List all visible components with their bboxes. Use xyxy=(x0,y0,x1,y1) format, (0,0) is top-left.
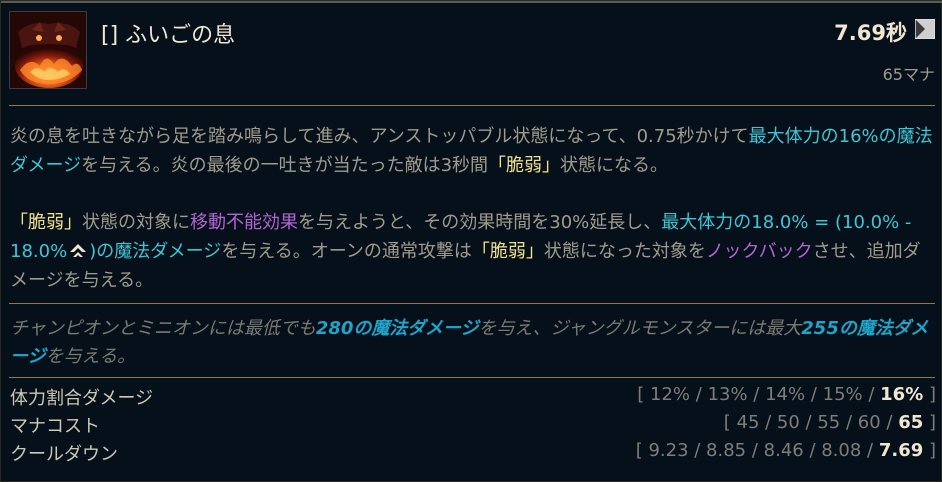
keyword: )の魔法ダメージ xyxy=(89,241,222,262)
stat-values: [ 45 / 50 / 55 / 60 / 65 ] xyxy=(723,412,936,433)
mana-cost: 65マナ xyxy=(882,65,935,84)
stat-value: 14% xyxy=(765,384,806,405)
stat-label: クールダウン xyxy=(10,444,118,465)
stat-row: 体力割合ダメージ [ 12% / 13% / 14% / 15% / 16% ] xyxy=(10,384,936,412)
cooldown-clock-icon xyxy=(915,19,935,39)
stat-value: 55 xyxy=(817,412,841,433)
ability-tooltip: [] ふいごの息 7.69秒 65マナ 炎の息を吐きながら足を踏み鳴らして進み、… xyxy=(0,0,942,482)
keyword: ノックバック xyxy=(705,241,813,262)
stat-row: マナコスト [ 45 / 50 / 55 / 60 / 65 ] xyxy=(10,412,936,440)
description-text: 状態になる。 xyxy=(560,155,669,176)
keyword: 「脆弱」 xyxy=(10,212,82,233)
stat-value-current: 65 xyxy=(898,412,924,433)
stat-value: 15% xyxy=(822,384,863,405)
cooldown-value: 7.69秒 xyxy=(834,21,907,45)
stat-value-current: 7.69 xyxy=(878,440,924,461)
level-scaling-icon xyxy=(70,244,87,257)
description-paragraph: 炎の息を吐きながら足を踏み鳴らして進み、アンストッパブル状態になって、0.75秒… xyxy=(10,122,936,180)
stat-value: 12% xyxy=(650,384,691,405)
description-text: を与える。オーンの通常攻撃は xyxy=(221,241,472,262)
description-paragraph: 「脆弱」状態の対象に移動不能効果を与えようと、その効果時間を30%延長し、最大体… xyxy=(10,208,936,295)
keyword: 「脆弱」 xyxy=(471,241,544,262)
stat-row: クールダウン [ 9.23 / 8.85 / 8.46 / 8.08 / 7.69… xyxy=(10,440,936,468)
stat-values: [ 9.23 / 8.85 / 8.46 / 8.08 / 7.69 ] xyxy=(635,440,936,461)
ability-name: [] ふいごの息 xyxy=(101,23,236,48)
description-text: 炎の息を吐きながら足を踏み鳴らして進み、アンストッパブル状態になって、0.75秒… xyxy=(10,126,749,147)
top-border xyxy=(1,1,942,3)
stat-value-current: 16% xyxy=(880,384,924,405)
description-text: を与える。 xyxy=(45,346,136,367)
divider xyxy=(9,303,935,304)
stat-label: 体力割合ダメージ xyxy=(10,388,154,409)
stats-table: 体力割合ダメージ [ 12% / 13% / 14% / 15% / 16% ] マ… xyxy=(10,384,936,468)
stat-value: 8.08 xyxy=(821,440,862,461)
stat-value: 50 xyxy=(776,412,800,433)
keyword: 移動不能効果 xyxy=(190,212,298,233)
divider xyxy=(9,377,935,378)
description-text: を与えようと、その効果時間を30%延長し、 xyxy=(298,212,662,233)
stat-value: 8.46 xyxy=(763,440,804,461)
stat-label: マナコスト xyxy=(10,416,100,437)
ability-icon xyxy=(9,11,87,89)
description-text: を与え、ジャングルモンスターには最大 xyxy=(478,318,802,339)
description-text: 状態になった対象を xyxy=(543,241,706,262)
keyword: 280の魔法ダメージ xyxy=(315,318,479,339)
stat-values: [ 12% / 13% / 14% / 15% / 16% ] xyxy=(637,384,936,405)
stat-value: 9.23 xyxy=(648,440,689,461)
tooltip-header: [] ふいごの息 7.69秒 65マナ xyxy=(9,11,935,93)
keyword: 「脆弱」 xyxy=(488,155,561,176)
stat-value: 13% xyxy=(707,384,748,405)
stat-value: 45 xyxy=(736,412,760,433)
description-text: を与える。炎の最後の一吐きが当たった敵は3秒間 xyxy=(81,155,489,176)
damage-cap-note: チャンピオンとミニオンには最低でも280の魔法ダメージを与え、ジャングルモンスタ… xyxy=(10,315,936,371)
stat-value: 8.85 xyxy=(706,440,747,461)
description-text: 状態の対象に xyxy=(82,212,190,233)
description-text: チャンピオンとミニオンには最低でも xyxy=(10,318,316,339)
divider xyxy=(9,105,935,106)
stat-value: 60 xyxy=(857,412,881,433)
